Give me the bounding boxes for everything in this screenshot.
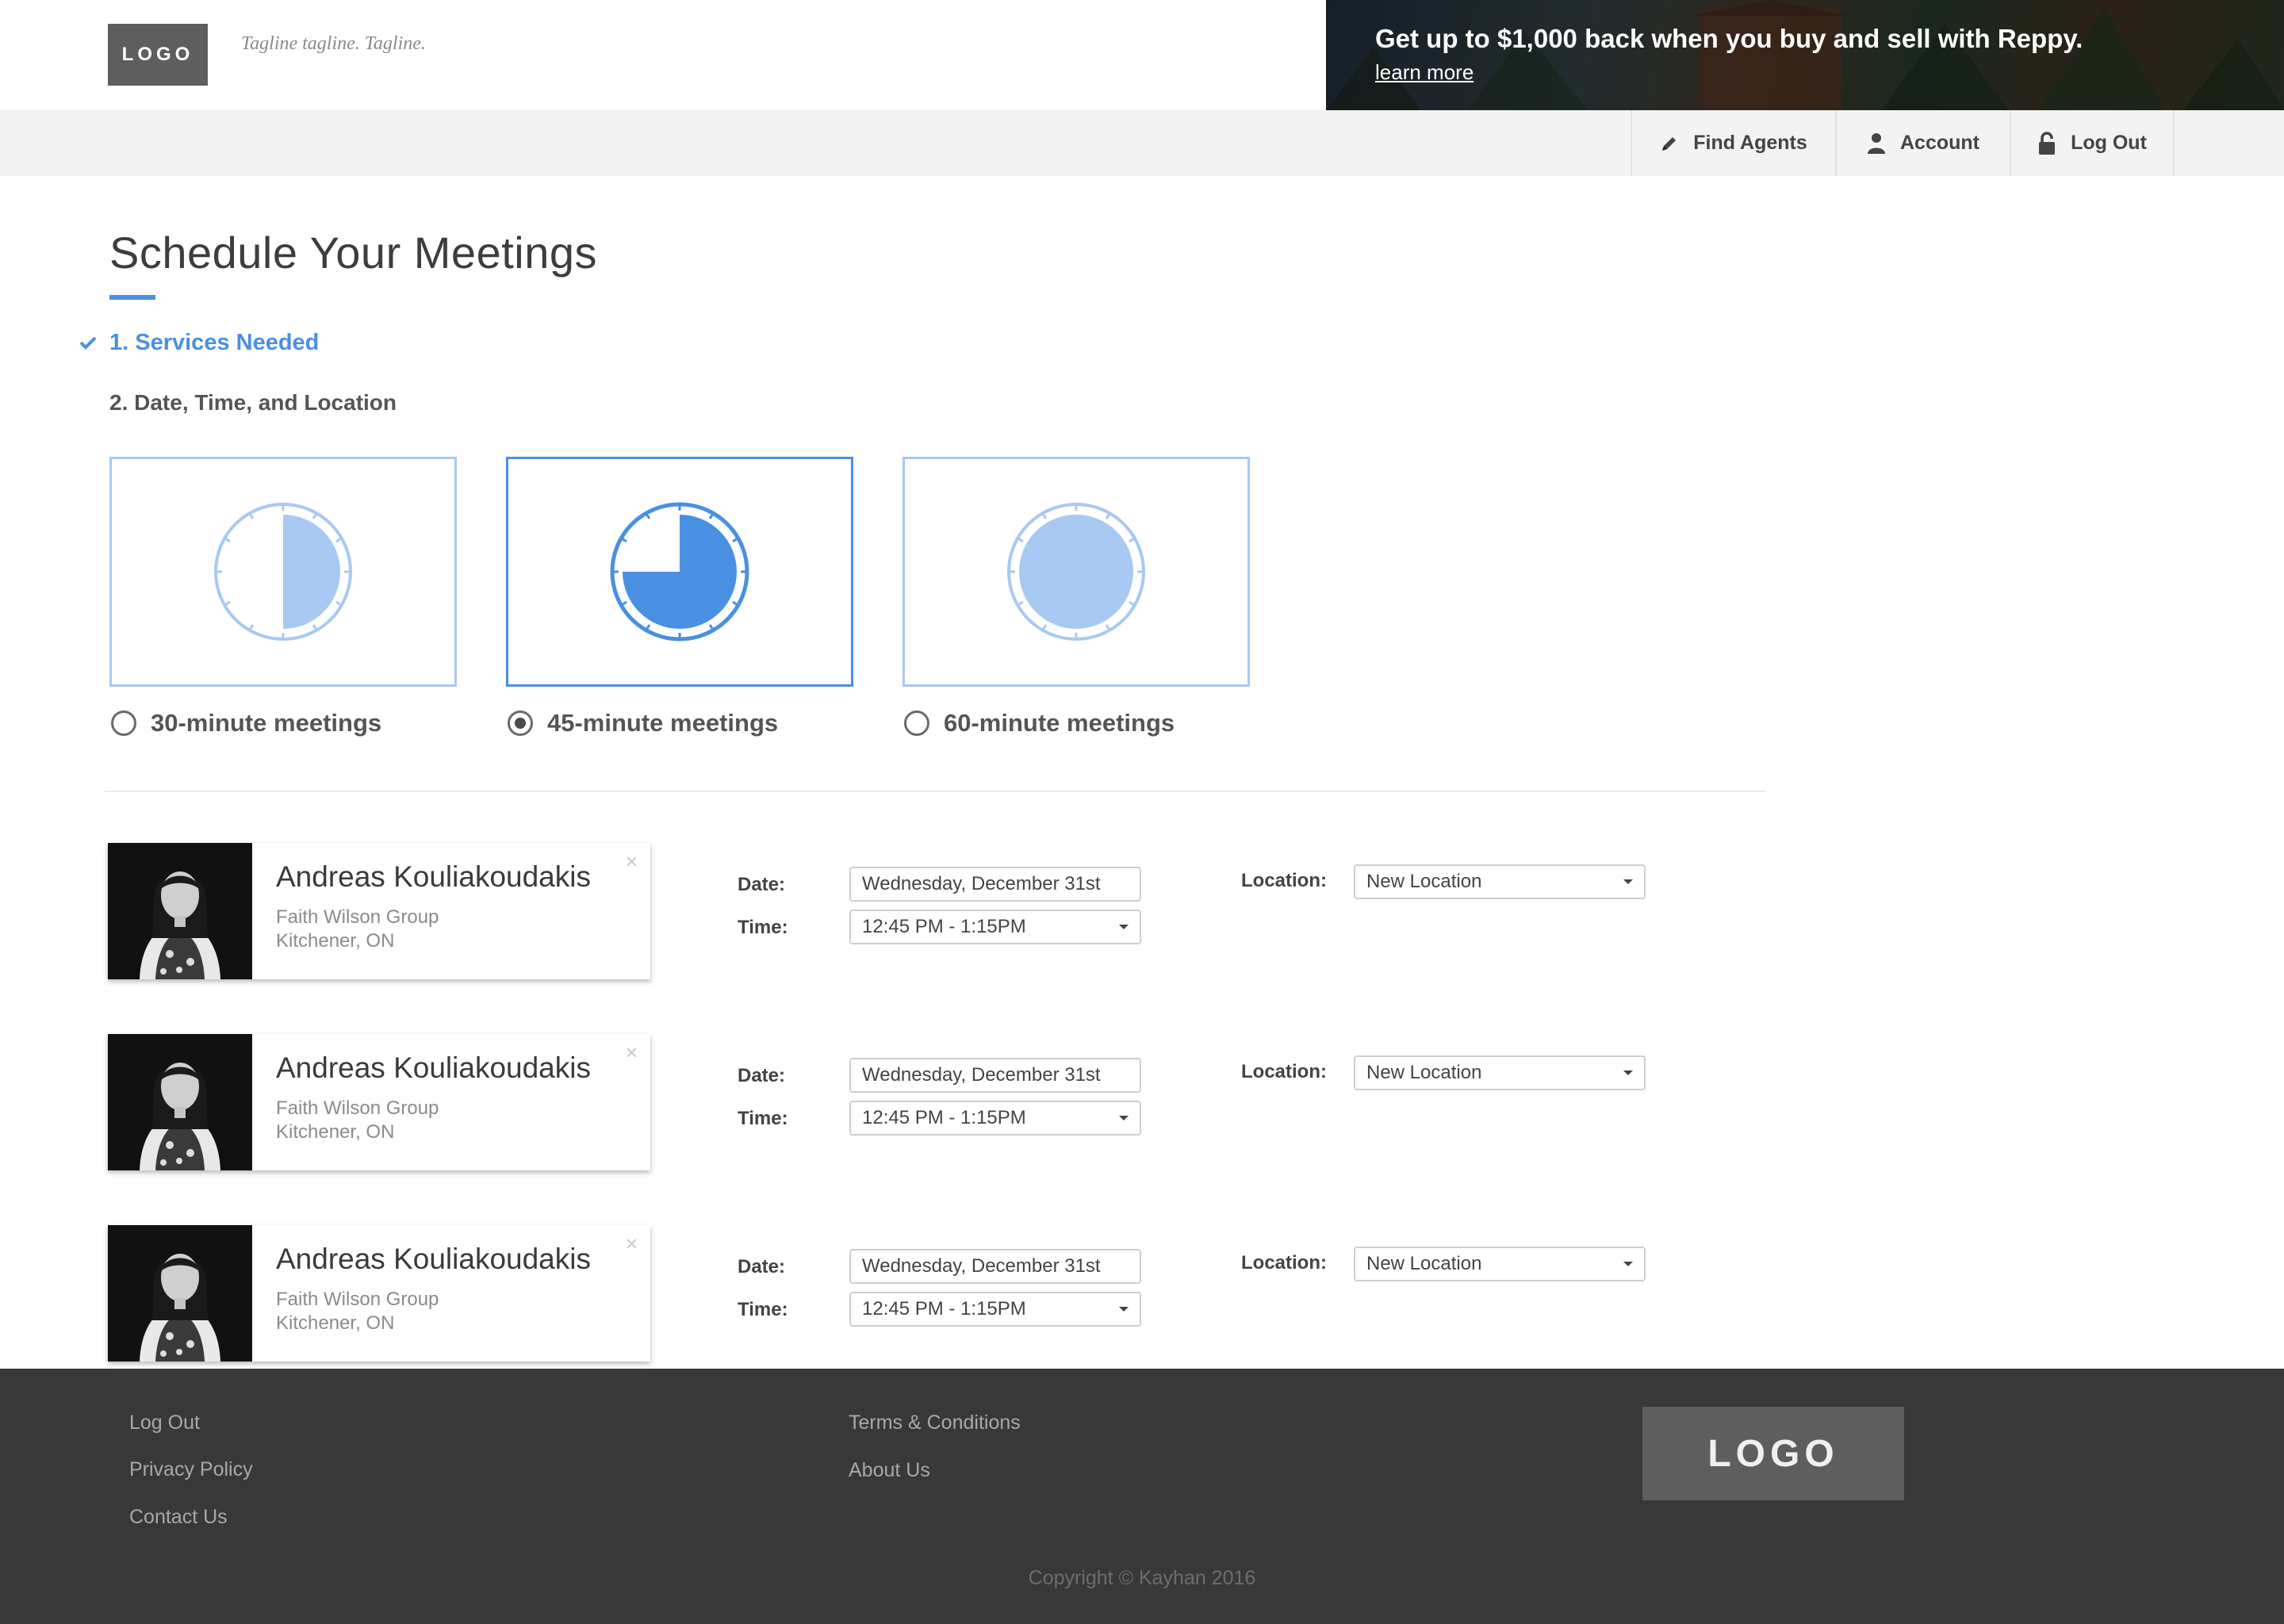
agent-location: Kitchener, ON xyxy=(276,930,395,952)
remove-agent-icon[interactable]: × xyxy=(626,1042,638,1063)
footer-link-terms[interactable]: Terms & Conditions xyxy=(849,1411,1021,1434)
agent-name: Andreas Kouliakoudakis xyxy=(276,1243,591,1275)
lock-icon xyxy=(2039,131,2056,155)
nav-account-label: Account xyxy=(1900,132,1979,154)
promo-background-image xyxy=(1326,0,2284,110)
agent-group: Faith Wilson Group xyxy=(276,1097,439,1119)
chevron-down-icon xyxy=(1119,1116,1129,1120)
location-label: Location: xyxy=(1241,1061,1327,1082)
nav-find-agents-label: Find Agents xyxy=(1693,132,1807,154)
promo-learn-more-link[interactable]: learn more xyxy=(1375,60,1473,85)
agent-group: Faith Wilson Group xyxy=(276,1289,439,1310)
footer-link-about-us[interactable]: About Us xyxy=(849,1459,930,1482)
tagline: Tagline tagline. Tagline. xyxy=(241,33,426,54)
date-field[interactable]: Wednesday, December 31st xyxy=(849,1249,1141,1284)
header-logo[interactable]: LOGO xyxy=(108,24,208,86)
agent-location: Kitchener, ON xyxy=(276,1312,395,1334)
radio-45[interactable] xyxy=(508,710,533,736)
footer: Log Out Privacy Policy Contact Us Terms … xyxy=(0,1369,2284,1624)
agent-photo xyxy=(108,1034,252,1170)
copyright: Copyright © Kayhan 2016 xyxy=(1028,1567,1256,1589)
duration-card-30[interactable] xyxy=(109,457,457,687)
footer-link-log-out[interactable]: Log Out xyxy=(129,1411,200,1434)
footer-logo[interactable]: LOGO xyxy=(1642,1407,1904,1500)
agent-card: Andreas Kouliakoudakis Faith Wilson Grou… xyxy=(108,1034,650,1170)
chevron-down-icon xyxy=(1119,1307,1129,1312)
date-value: Wednesday, December 31st xyxy=(862,1255,1101,1277)
chevron-down-icon xyxy=(1623,1071,1633,1075)
time-value: 12:45 PM - 1:15PM xyxy=(862,916,1026,937)
date-label: Date: xyxy=(738,1256,786,1277)
agent-card: Andreas Kouliakoudakis Faith Wilson Grou… xyxy=(108,1225,650,1362)
time-label: Time: xyxy=(738,917,788,938)
location-label: Location: xyxy=(1241,1252,1327,1274)
radio-30[interactable] xyxy=(111,710,136,736)
date-value: Wednesday, December 31st xyxy=(862,873,1101,894)
agent-name: Andreas Kouliakoudakis xyxy=(276,860,591,893)
clock-three-quarter-icon xyxy=(610,502,749,642)
pencil-icon xyxy=(1662,136,1677,151)
page: LOGO Tagline tagline. Tagline. Get up to… xyxy=(0,0,2284,1624)
clock-half-icon xyxy=(214,503,352,641)
header: LOGO Tagline tagline. Tagline. Get up to… xyxy=(0,0,2284,110)
location-value: New Location xyxy=(1366,1062,1482,1083)
step-services-needed-label: 1. Services Needed xyxy=(109,329,320,355)
duration-option-45[interactable]: 45-minute meetings xyxy=(508,707,778,739)
remove-agent-icon[interactable]: × xyxy=(626,851,638,871)
duration-card-45[interactable] xyxy=(506,457,853,687)
date-field[interactable]: Wednesday, December 31st xyxy=(849,867,1141,902)
checkmark-icon xyxy=(79,336,97,350)
page-title: Schedule Your Meetings xyxy=(109,228,597,278)
nav-account[interactable]: Account xyxy=(1835,110,2010,176)
agent-photo xyxy=(108,843,252,979)
agent-name: Andreas Kouliakoudakis xyxy=(276,1051,591,1084)
footer-link-privacy-policy[interactable]: Privacy Policy xyxy=(129,1458,253,1481)
time-label: Time: xyxy=(738,1108,788,1129)
time-value: 12:45 PM - 1:15PM xyxy=(862,1298,1026,1320)
promo-banner[interactable]: Get up to $1,000 back when you buy and s… xyxy=(1326,0,2284,110)
section-divider xyxy=(105,791,1765,792)
clock-full-icon xyxy=(1007,503,1145,641)
date-field[interactable]: Wednesday, December 31st xyxy=(849,1058,1141,1093)
time-select[interactable]: 12:45 PM - 1:15PM xyxy=(849,910,1141,944)
date-label: Date: xyxy=(738,874,786,895)
agent-photo xyxy=(108,1225,252,1362)
nav-log-out-label: Log Out xyxy=(2071,132,2147,154)
radio-60[interactable] xyxy=(904,710,929,736)
date-value: Wednesday, December 31st xyxy=(862,1064,1101,1086)
location-value: New Location xyxy=(1366,871,1482,892)
step-date-time-location: 2. Date, Time, and Location xyxy=(109,390,397,415)
remove-agent-icon[interactable]: × xyxy=(626,1233,638,1254)
time-select[interactable]: 12:45 PM - 1:15PM xyxy=(849,1292,1141,1327)
chevron-down-icon xyxy=(1623,1262,1633,1266)
chevron-down-icon xyxy=(1119,925,1129,929)
location-label: Location: xyxy=(1241,870,1327,891)
location-select[interactable]: New Location xyxy=(1354,1247,1646,1281)
chevron-down-icon xyxy=(1623,879,1633,884)
duration-option-30[interactable]: 30-minute meetings xyxy=(111,707,381,739)
nav-log-out[interactable]: Log Out xyxy=(2010,110,2175,176)
date-label: Date: xyxy=(738,1065,786,1086)
time-label: Time: xyxy=(738,1299,788,1320)
agent-card: Andreas Kouliakoudakis Faith Wilson Grou… xyxy=(108,843,650,979)
nav-find-agents[interactable]: Find Agents xyxy=(1631,110,1835,176)
location-select[interactable]: New Location xyxy=(1354,864,1646,899)
duration-card-60[interactable] xyxy=(902,457,1250,687)
title-underline xyxy=(109,295,155,300)
agent-location: Kitchener, ON xyxy=(276,1121,395,1143)
location-value: New Location xyxy=(1366,1253,1482,1274)
time-value: 12:45 PM - 1:15PM xyxy=(862,1107,1026,1128)
location-select[interactable]: New Location xyxy=(1354,1055,1646,1090)
footer-link-contact-us[interactable]: Contact Us xyxy=(129,1506,228,1529)
time-select[interactable]: 12:45 PM - 1:15PM xyxy=(849,1101,1141,1136)
agent-group: Faith Wilson Group xyxy=(276,906,439,928)
promo-title: Get up to $1,000 back when you buy and s… xyxy=(1375,24,2083,53)
duration-label-45: 45-minute meetings xyxy=(547,709,779,737)
duration-label-30: 30-minute meetings xyxy=(151,709,382,737)
user-icon xyxy=(1868,132,1885,154)
duration-option-60[interactable]: 60-minute meetings xyxy=(904,707,1175,739)
navbar: Find Agents Account Log Out xyxy=(0,110,2284,176)
step-services-needed[interactable]: 1. Services Needed xyxy=(79,327,319,358)
duration-label-60: 60-minute meetings xyxy=(944,709,1175,737)
